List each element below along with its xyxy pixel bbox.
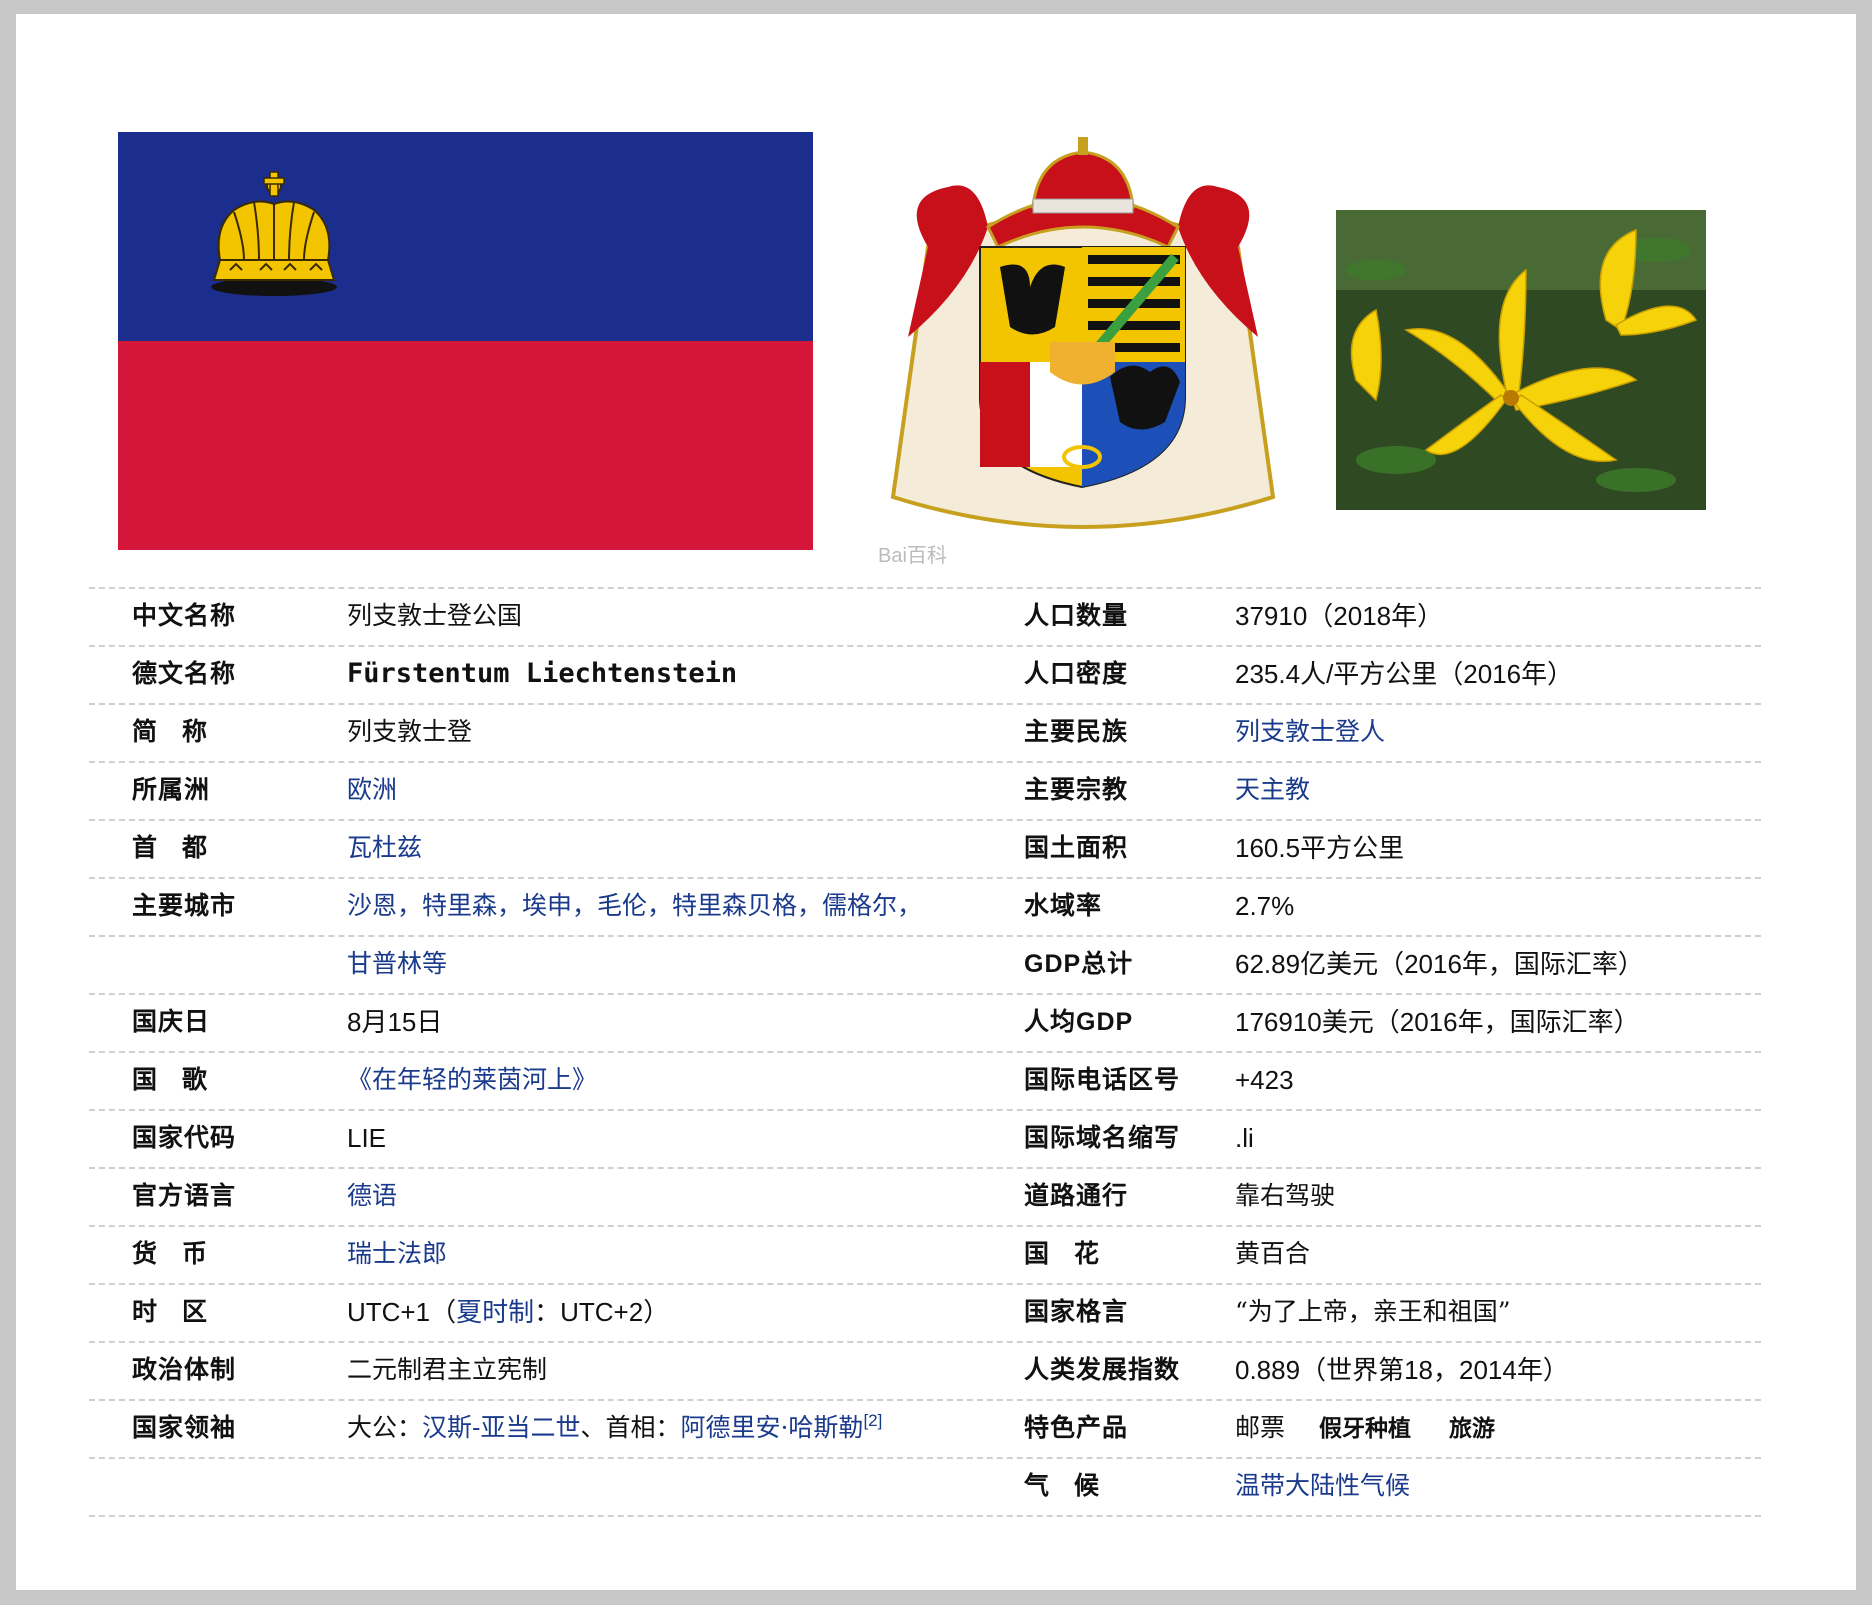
label-national-flower: 国 花 bbox=[1024, 1239, 1100, 1268]
value-calling-code: +423 bbox=[1235, 1065, 1294, 1095]
label-gdp-total: GDP总计 bbox=[1024, 950, 1134, 978]
page: Bai百科 中文名称 列支敦士登公国 德文名称 Fürstentum Liech… bbox=[16, 14, 1856, 1590]
leader-part-a: 大公： bbox=[347, 1413, 423, 1442]
prime-minister-link[interactable]: 阿德里安·哈斯勒 bbox=[680, 1413, 863, 1442]
dst-link[interactable]: 夏时制 bbox=[456, 1297, 534, 1327]
label-domain: 国际域名缩写 bbox=[1024, 1123, 1181, 1152]
label-country-code: 国家代码 bbox=[132, 1123, 237, 1152]
value-capital-link[interactable]: 瓦杜兹 bbox=[347, 819, 422, 877]
label-water-ratio: 水域率 bbox=[1024, 891, 1103, 920]
shield bbox=[979, 246, 1186, 489]
value-currency-link[interactable]: 瑞士法郎 bbox=[347, 1225, 447, 1283]
value-area: 160.5平方公里 bbox=[1235, 833, 1405, 863]
product-tourism: 旅游 bbox=[1449, 1415, 1496, 1442]
label-main-ethnic: 主要民族 bbox=[1024, 717, 1129, 746]
label-currency: 货 币 bbox=[132, 1239, 208, 1268]
coat-of-arms: Bai百科 bbox=[878, 137, 1276, 567]
label-motto: 国家格言 bbox=[1024, 1297, 1129, 1326]
timezone-part-c: ：UTC+2） bbox=[534, 1297, 670, 1327]
label-chinese-name: 中文名称 bbox=[132, 601, 237, 630]
label-capital: 首 都 bbox=[132, 833, 208, 862]
product-dentures: 假牙种植 bbox=[1319, 1415, 1412, 1442]
value-anthem-link[interactable]: 《在年轻的莱茵河上》 bbox=[347, 1051, 597, 1109]
value-short-name: 列支敦士登 bbox=[347, 717, 473, 746]
value-official-language-link[interactable]: 德语 bbox=[347, 1167, 397, 1225]
reference-link[interactable]: [2] bbox=[863, 1411, 882, 1430]
leader-part-c: 、首相： bbox=[580, 1413, 681, 1442]
value-german-name: Fürstentum Liechtenstein bbox=[347, 658, 738, 689]
value-population: 37910（2018年） bbox=[1235, 601, 1444, 631]
label-climate: 气 候 bbox=[1024, 1471, 1100, 1500]
value-motto: “为了上帝，亲王和祖国” bbox=[1235, 1297, 1511, 1326]
label-featured-products: 特色产品 bbox=[1024, 1413, 1129, 1442]
label-continent: 所属洲 bbox=[132, 775, 211, 804]
label-main-religion: 主要宗教 bbox=[1024, 775, 1129, 804]
coat-crown-icon bbox=[1031, 137, 1135, 214]
label-short-name: 简 称 bbox=[132, 717, 208, 746]
label-gdp-per-capita: 人均GDP bbox=[1024, 1008, 1134, 1036]
watermark-text: Bai百科 bbox=[878, 544, 947, 567]
value-major-cities-cont-link[interactable]: 甘普林等 bbox=[347, 935, 447, 993]
value-national-flower: 黄百合 bbox=[1235, 1239, 1311, 1268]
value-country-code: LIE bbox=[347, 1123, 387, 1153]
label-hdi: 人类发展指数 bbox=[1024, 1355, 1181, 1384]
value-water-ratio: 2.7% bbox=[1235, 891, 1295, 921]
label-german-name: 德文名称 bbox=[132, 659, 237, 688]
value-national-day: 8月15日 bbox=[347, 1007, 443, 1037]
value-major-cities-link[interactable]: 沙恩，特里森，埃申，毛伦，特里森贝格，儒格尔， bbox=[347, 877, 922, 935]
value-national-leader: 大公：汉斯-亚当二世、首相：阿德里安·哈斯勒[2] bbox=[347, 1399, 882, 1457]
label-major-cities: 主要城市 bbox=[132, 891, 237, 920]
value-featured-products: 邮票 假牙种植 旅游 bbox=[1235, 1399, 1495, 1457]
value-chinese-name: 列支敦士登公国 bbox=[347, 601, 523, 630]
label-area: 国土面积 bbox=[1024, 833, 1129, 862]
label-anthem: 国 歌 bbox=[132, 1065, 208, 1094]
value-gdp-total: 62.89亿美元（2016年，国际汇率） bbox=[1235, 949, 1644, 979]
yellow-lily-photo bbox=[1336, 210, 1706, 510]
value-main-ethnic-link[interactable]: 列支敦士登人 bbox=[1235, 703, 1385, 761]
label-population: 人口数量 bbox=[1024, 601, 1129, 630]
label-political-system: 政治体制 bbox=[132, 1355, 237, 1384]
value-continent-link[interactable]: 欧洲 bbox=[347, 761, 397, 819]
label-official-language: 官方语言 bbox=[132, 1181, 237, 1210]
timezone-part-a: UTC+1（ bbox=[347, 1297, 457, 1327]
prince-link[interactable]: 汉斯-亚当二世 bbox=[422, 1413, 580, 1442]
label-population-density: 人口密度 bbox=[1024, 659, 1129, 688]
value-hdi: 0.889（世界第18，2014年） bbox=[1235, 1355, 1569, 1385]
value-timezone: UTC+1（夏时制：UTC+2） bbox=[347, 1283, 669, 1341]
value-population-density: 235.4人/平方公里（2016年） bbox=[1235, 659, 1574, 689]
label-national-day: 国庆日 bbox=[132, 1007, 211, 1036]
label-timezone: 时 区 bbox=[132, 1297, 208, 1326]
product-stamps: 邮票 bbox=[1235, 1413, 1286, 1442]
flag-red-band bbox=[118, 341, 813, 550]
value-climate-link[interactable]: 温带大陆性气候 bbox=[1235, 1457, 1410, 1515]
label-national-leader: 国家领袖 bbox=[132, 1413, 237, 1442]
label-driving-side: 道路通行 bbox=[1024, 1181, 1129, 1210]
value-driving-side: 靠右驾驶 bbox=[1235, 1181, 1336, 1210]
value-political-system: 二元制君主立宪制 bbox=[347, 1355, 548, 1384]
value-gdp-per-capita: 176910美元（2016年，国际汇率） bbox=[1235, 1007, 1640, 1037]
value-domain: .li bbox=[1235, 1123, 1254, 1153]
label-calling-code: 国际电话区号 bbox=[1024, 1065, 1181, 1094]
liechtenstein-flag bbox=[118, 132, 813, 550]
value-main-religion-link[interactable]: 天主教 bbox=[1235, 761, 1310, 819]
